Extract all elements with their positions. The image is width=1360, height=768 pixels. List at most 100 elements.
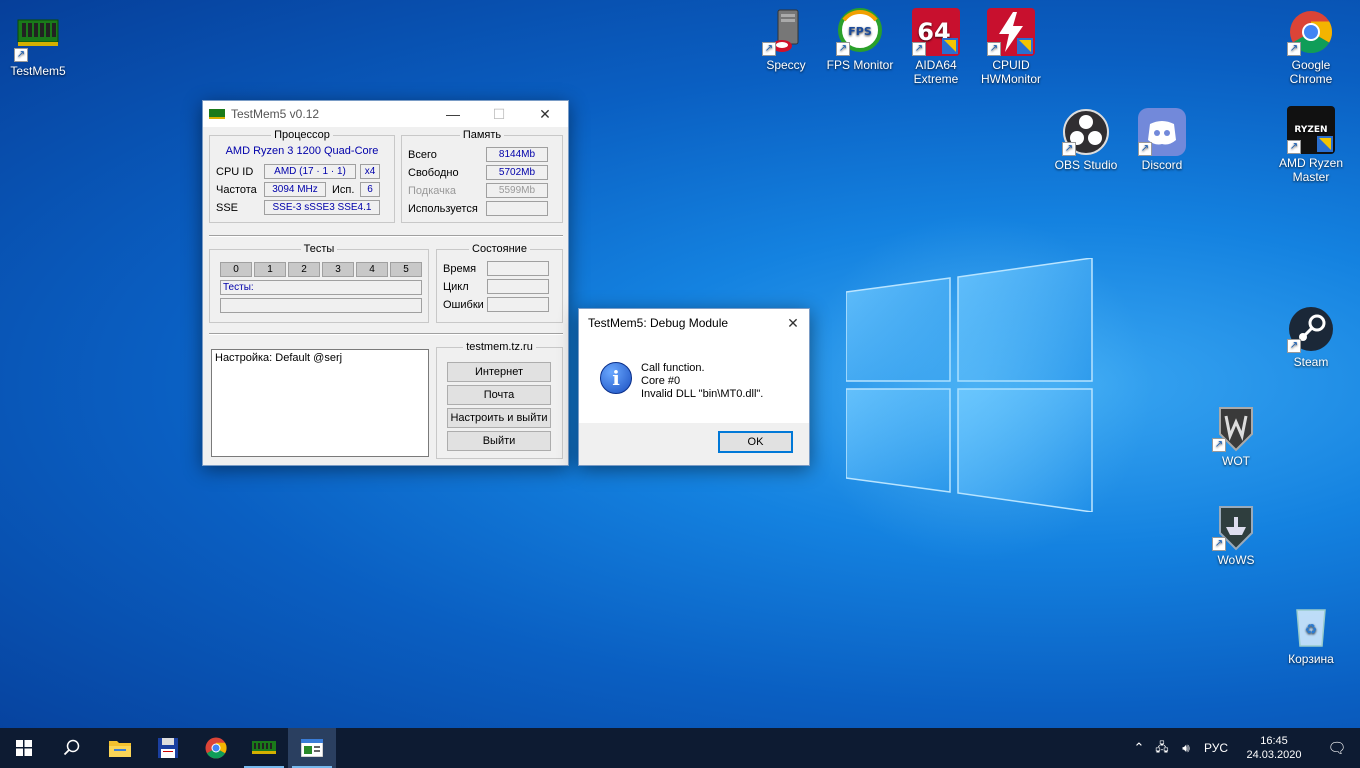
freq-field: 3094 MHz (264, 182, 326, 197)
message-line: Invalid DLL "bin\MT0.dll". (641, 388, 764, 400)
start-button[interactable] (0, 728, 48, 768)
taskbar-testmem5[interactable] (240, 728, 288, 768)
desktop-icon-steam[interactable]: ↗ Steam (1273, 305, 1349, 369)
shortcut-arrow-icon: ↗ (1138, 142, 1152, 156)
group-label: Процессор (271, 129, 333, 141)
volume-icon[interactable]: 🔊︎ (1174, 741, 1198, 756)
group-label: Память (459, 129, 505, 141)
configure-exit-button[interactable]: Настроить и выйти (447, 408, 551, 428)
test-cell-5: 5 (390, 262, 422, 277)
links-group: testmem.tz.ru Интернет Почта Настроить и… (436, 341, 563, 459)
test-cell-3: 3 (322, 262, 354, 277)
window-app-icon (301, 739, 323, 757)
dialog-titlebar[interactable]: TestMem5: Debug Module ✕ (579, 309, 809, 337)
desktop-icon-fps-monitor[interactable]: FPS ↗ FPS Monitor (822, 8, 898, 72)
test-cell-1: 1 (254, 262, 286, 277)
cpuid-label: CPU ID (216, 166, 254, 178)
desktop-icon-label: Google Chrome (1289, 58, 1333, 86)
desktop-icon-label: WoWS (1217, 553, 1255, 567)
message-line: Call function. (641, 362, 705, 374)
steam-icon: ↗ (1287, 305, 1335, 353)
taskbar-chrome[interactable] (192, 728, 240, 768)
ram-stick-icon (209, 109, 225, 119)
clock[interactable]: 16:45 24.03.2020 (1234, 734, 1314, 762)
recycle-bin-icon: ♻ (1287, 602, 1335, 650)
search-button[interactable] (48, 728, 96, 768)
network-icon[interactable]: 🖧 (1150, 738, 1174, 759)
desktop-icon-hwmonitor[interactable]: ↗ CPUID HWMonitor (973, 8, 1049, 86)
close-button[interactable]: ✕ (522, 101, 568, 127)
close-button[interactable]: ✕ (777, 310, 809, 336)
memory-group: Память Всего 8144Mb Свободно 5702Mb Подк… (401, 129, 563, 223)
total-field: 8144Mb (486, 147, 548, 162)
taskbar-save-app[interactable] (144, 728, 192, 768)
exit-button[interactable]: Выйти (447, 431, 551, 451)
ram-stick-icon (252, 741, 276, 754)
used-field (486, 201, 548, 216)
shortcut-arrow-icon: ↗ (1287, 339, 1301, 353)
desktop-icon-aida64[interactable]: 64 ↗ AIDA64 Extreme (898, 8, 974, 86)
tests-group: Тесты 0 1 2 3 4 5 Тесты: (209, 243, 429, 323)
desktop-icon-recycle-bin[interactable]: ♻ Корзина (1273, 602, 1349, 666)
window-title: TestMem5 v0.12 (231, 107, 320, 121)
desktop-icon-speccy[interactable]: ↗ Speccy (748, 8, 824, 72)
errors-label: Ошибки (443, 299, 484, 311)
testmem-window: TestMem5 v0.12 — ☐ ✕ Процессор AMD Ryzen… (202, 100, 569, 466)
taskbar-debug-dialog[interactable] (288, 728, 336, 768)
system-tray: ⌃ 🖧 🔊︎ РУС 16:45 24.03.2020 🗨︎ (1128, 728, 1360, 768)
notifications-icon[interactable]: 🗨︎ (1314, 739, 1360, 757)
chrome-icon: ↗ (1287, 8, 1335, 56)
swap-label: Подкачка (408, 185, 457, 197)
message-line: Core #0 (641, 375, 681, 387)
chevron-up-icon[interactable]: ⌃ (1128, 740, 1150, 756)
taskbar-explorer[interactable] (96, 728, 144, 768)
desktop-icon-testmem5[interactable]: ↗ TestMem5 (0, 14, 76, 78)
test-cell-0: 0 (220, 262, 252, 277)
internet-button[interactable]: Интернет (447, 362, 551, 382)
separator (209, 235, 563, 237)
log-box[interactable]: Настройка: Default @serj (211, 349, 429, 457)
desktop-icon-discord[interactable]: ↗ Discord (1124, 108, 1200, 172)
search-icon (63, 739, 80, 756)
shortcut-arrow-icon: ↗ (1212, 537, 1226, 551)
desktop-icon-chrome[interactable]: ↗ Google Chrome (1273, 8, 1349, 86)
discord-icon: ↗ (1138, 108, 1186, 156)
desktop-icon-ryzen-master[interactable]: RYZEN ↗ AMD Ryzen Master (1273, 106, 1349, 184)
desktop-icon-label: FPS Monitor (826, 58, 894, 72)
free-field: 5702Mb (486, 165, 548, 180)
taskbar: ⌃ 🖧 🔊︎ РУС 16:45 24.03.2020 🗨︎ (0, 728, 1360, 768)
testmem-titlebar[interactable]: TestMem5 v0.12 — ☐ ✕ (203, 101, 568, 127)
maximize-button[interactable]: ☐ (476, 101, 522, 127)
cpu-name: AMD Ryzen 3 1200 Quad-Core (225, 145, 379, 157)
test-cell-4: 4 (356, 262, 388, 277)
dialog-footer: OK (579, 423, 809, 465)
minimize-button[interactable]: — (430, 101, 476, 127)
used-label: Используется (408, 203, 478, 215)
keyboard-language[interactable]: РУС (1198, 741, 1234, 755)
freq-label: Частота (216, 184, 257, 196)
shortcut-arrow-icon: ↗ (987, 42, 1001, 56)
desktop-icon-wows[interactable]: ↗ WoWS (1198, 503, 1274, 567)
cycle-label: Цикл (443, 281, 469, 293)
separator (209, 333, 563, 335)
group-label: testmem.tz.ru (463, 341, 536, 353)
ryzen-text: RYZEN (1294, 125, 1327, 135)
desktop-icon-label: OBS Studio (1054, 158, 1118, 172)
shortcut-arrow-icon: ↗ (1212, 438, 1226, 452)
log-text: Настройка: Default @serj (215, 352, 343, 364)
ok-button[interactable]: OK (718, 431, 793, 453)
total-label: Всего (408, 149, 437, 161)
cpuid-field: AMD (17 · 1 · 1) (264, 164, 356, 179)
clock-date: 24.03.2020 (1246, 749, 1302, 761)
time-label: Время (443, 263, 477, 275)
shortcut-arrow-icon: ↗ (836, 42, 850, 56)
desktop-icon-wot[interactable]: ↗ WOT (1198, 404, 1274, 468)
desktop-icon-label: TestMem5 (10, 64, 66, 78)
use-label: Исп. (332, 184, 355, 196)
desktop-icon-label: AIDA64 Extreme (913, 58, 959, 86)
desktop-icon-obs[interactable]: ↗ OBS Studio (1048, 108, 1124, 172)
windows-start-icon (16, 740, 32, 756)
mail-button[interactable]: Почта (447, 385, 551, 405)
shortcut-arrow-icon: ↗ (1062, 142, 1076, 156)
ryzen-master-icon: RYZEN ↗ (1287, 106, 1335, 154)
